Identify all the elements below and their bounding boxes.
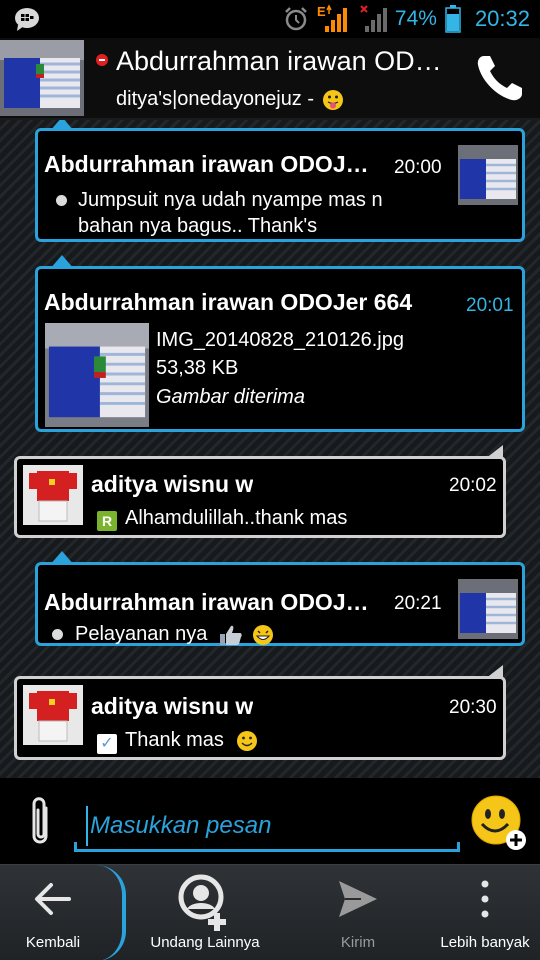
message-sender: Abdurrahman irawan ODOJ… bbox=[44, 589, 369, 615]
bottom-action-bar: Kembali Undang Lainnya Kirim Lebih banya… bbox=[0, 864, 540, 960]
back-button[interactable]: Kembali bbox=[0, 865, 106, 960]
grin-emoji-icon bbox=[253, 624, 274, 645]
status-time: 20:32 bbox=[474, 6, 530, 31]
divider bbox=[96, 865, 126, 960]
back-label: Kembali bbox=[25, 934, 81, 951]
battery-percent: 74% bbox=[394, 7, 437, 30]
status-bar: E 74% 20:32 bbox=[0, 0, 540, 38]
signal-no-data-icon bbox=[360, 5, 387, 32]
bbm-notification-icon bbox=[15, 8, 39, 31]
message-body: Alhamdulillah..thank mas bbox=[125, 507, 348, 529]
sender-avatar bbox=[458, 145, 518, 205]
bullet-icon bbox=[52, 629, 63, 641]
message-sender: Abdurrahman irawan ODOJer 664 bbox=[44, 289, 413, 315]
image-thumbnail[interactable] bbox=[44, 323, 150, 427]
alarm-icon bbox=[285, 7, 307, 31]
do-not-disturb-icon bbox=[96, 54, 108, 66]
message-bubble-received[interactable]: aditya wisnu w 20:02 R Alhamdulillah..tha… bbox=[14, 445, 506, 538]
message-time: 20:01 bbox=[466, 295, 514, 316]
sender-avatar bbox=[23, 465, 83, 525]
message-text: ✓ Thank mas bbox=[97, 727, 258, 754]
r-read-icon: R bbox=[97, 511, 117, 531]
arrow-left-icon bbox=[35, 883, 71, 915]
message-body: Pelayanan nya bbox=[75, 623, 208, 645]
message-time: 20:00 bbox=[394, 157, 442, 178]
invite-person-icon bbox=[178, 874, 226, 931]
message-sender: aditya wisnu w bbox=[91, 693, 254, 719]
message-bubble-sent[interactable]: Abdurrahman irawan ODOJ… 20:21 Pelayanan… bbox=[35, 551, 525, 647]
message-time: 20:21 bbox=[394, 593, 442, 614]
contact-status-text: ditya's|onedayonejuz - bbox=[116, 88, 315, 110]
smile-emoji-icon bbox=[236, 730, 257, 751]
send-icon bbox=[339, 881, 377, 917]
bullet-icon bbox=[56, 195, 67, 206]
sender-avatar bbox=[23, 685, 83, 745]
message-time: 20:30 bbox=[449, 697, 497, 718]
message-bubble-sent[interactable]: Abdurrahman irawan ODOJ… 20:00 Jumpsuit … bbox=[35, 120, 525, 242]
message-text: Pelayanan nya bbox=[52, 621, 274, 647]
contact-name[interactable]: Abdurrahman irawan OD… bbox=[116, 46, 461, 77]
more-label: Lebih banyak bbox=[440, 934, 530, 951]
message-text: R Alhamdulillah..thank mas bbox=[97, 505, 347, 531]
message-input[interactable] bbox=[86, 806, 446, 846]
chat-thread[interactable]: Abdurrahman irawan ODOJ… 20:00 Jumpsuit … bbox=[0, 120, 540, 778]
phone-icon[interactable] bbox=[474, 52, 526, 104]
message-text: Jumpsuit nya udah nyampe mas n bahan nya… bbox=[52, 187, 442, 239]
invite-more-button[interactable]: Undang Lainnya bbox=[130, 865, 280, 960]
delivered-check-icon: ✓ bbox=[97, 734, 117, 754]
overflow-menu-icon bbox=[481, 880, 489, 918]
thumbs-up-icon bbox=[219, 625, 242, 645]
message-sender: aditya wisnu w bbox=[91, 471, 254, 497]
send-label: Kirim bbox=[340, 934, 376, 951]
emoticon-picker-icon[interactable] bbox=[470, 794, 530, 854]
contact-status: ditya's|onedayonejuz - bbox=[116, 88, 344, 111]
message-input-field[interactable] bbox=[74, 806, 460, 852]
message-body: Jumpsuit nya udah nyampe mas n bahan nya… bbox=[78, 189, 383, 237]
file-size: 53,38 KB bbox=[156, 357, 239, 379]
file-name: IMG_20140828_210126.jpg bbox=[156, 329, 404, 351]
battery-icon bbox=[445, 5, 461, 33]
send-button[interactable]: Kirim bbox=[305, 865, 411, 960]
compose-bar bbox=[0, 778, 540, 864]
more-options-button[interactable]: Lebih banyak bbox=[430, 865, 540, 960]
message-body: Thank mas bbox=[125, 729, 224, 751]
sender-avatar bbox=[458, 579, 518, 639]
message-bubble-received[interactable]: aditya wisnu w 20:30 ✓ Thank mas bbox=[14, 665, 506, 760]
message-bubble-sent-image[interactable]: Abdurrahman irawan ODOJer 664 20:01 IMG_… bbox=[35, 255, 525, 432]
message-time: 20:02 bbox=[449, 475, 497, 496]
message-sender: Abdurrahman irawan ODOJ… bbox=[44, 151, 369, 177]
chat-header: Abdurrahman irawan OD… ditya's|onedayone… bbox=[0, 38, 540, 120]
file-status: Gambar diterima bbox=[156, 386, 305, 408]
tongue-emoji-icon bbox=[323, 89, 344, 110]
paperclip-icon[interactable] bbox=[24, 794, 56, 850]
signal-e-icon: E bbox=[317, 4, 347, 32]
contact-avatar[interactable] bbox=[0, 40, 84, 116]
network-type-label: E bbox=[317, 4, 326, 19]
invite-label: Undang Lainnya bbox=[150, 934, 260, 951]
